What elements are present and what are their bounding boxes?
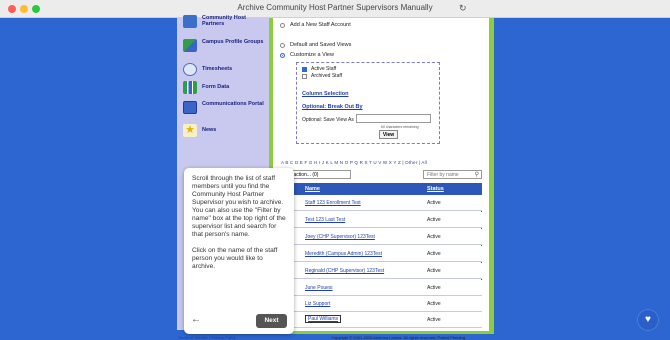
checkbox[interactable]: [302, 66, 307, 72]
staff-name-link[interactable]: Test 123 Last Test: [305, 217, 345, 223]
radio-button[interactable]: [280, 42, 285, 48]
radio-label: Default and Saved Views: [290, 42, 352, 48]
column-selection-link[interactable]: Column Selection: [302, 91, 348, 97]
radio-label: Add a New Staff Account: [290, 22, 351, 28]
staff-name-link[interactable]: Liz Support: [305, 301, 330, 307]
page-background: Community Host Partners Campus Profile G…: [0, 15, 670, 340]
sidebar-item-community-host-partners[interactable]: Community Host Partners: [183, 15, 267, 28]
table-row: Liz Support Active: [281, 296, 482, 312]
staff-name-link[interactable]: Reginald (CHP Supervisor) 123Test: [305, 268, 384, 274]
staff-name-link[interactable]: Staff 123 Enrollment Test: [305, 200, 361, 206]
radio-customize-view[interactable]: Customize a View: [280, 52, 334, 58]
heart-icon[interactable]: ♥: [638, 310, 658, 330]
table-header: Name Status: [281, 183, 482, 195]
table-row: June Pouesi Active: [281, 280, 482, 296]
chart-icon: [183, 81, 197, 94]
radio-button[interactable]: [280, 52, 285, 58]
checkbox[interactable]: [302, 73, 307, 79]
view-button[interactable]: View: [379, 130, 398, 139]
sidebar-item-communications-portal[interactable]: Communications Portal: [183, 101, 267, 114]
groups-icon: [183, 39, 197, 52]
checkbox-archived-staff[interactable]: Archived Staff: [302, 73, 342, 79]
column-header-name[interactable]: Name: [305, 186, 320, 192]
sidebar-item-label: Community Host Partners: [202, 15, 246, 27]
staff-name-link[interactable]: June Pouesi: [305, 285, 333, 291]
staff-status: Active: [427, 234, 441, 240]
staff-status: Active: [427, 285, 441, 291]
checkbox-label: Active Staff: [311, 66, 337, 72]
staff-status: Active: [427, 268, 441, 274]
filter-placeholder: Filter by name: [427, 172, 459, 178]
star-icon: ★: [183, 124, 197, 137]
copyright-text: Copyright © 2001-2025 America Learns. Al…: [331, 335, 467, 340]
table-row: Reginald (CHP Supervisor) 123Test Active: [281, 263, 482, 279]
sidebar-item-label: Communications Portal: [202, 101, 264, 107]
radio-label: Customize a View: [290, 52, 334, 58]
table-row: Paul Williams Active: [281, 312, 482, 328]
break-out-by-link[interactable]: Optional: Break Out By: [302, 104, 363, 110]
checkbox-label: Archived Staff: [311, 73, 343, 79]
staff-status: Active: [427, 251, 441, 257]
clock-icon: [183, 63, 197, 76]
next-button[interactable]: Next: [256, 314, 287, 328]
portal-icon: [183, 101, 197, 114]
search-icon[interactable]: ⚲: [475, 171, 479, 179]
sidebar-item-label: Form Data: [202, 84, 230, 90]
customize-view-panel: Active Staff Archived Staff Column Selec…: [296, 62, 440, 144]
sidebar-item-timesheets[interactable]: Timesheets: [183, 63, 267, 76]
column-header-status[interactable]: Status: [427, 186, 444, 192]
save-view-input[interactable]: [356, 114, 431, 123]
radio-default-views[interactable]: Default and Saved Views: [280, 42, 351, 48]
table-row: Joey (CHP Supervisor) 123Test Active: [281, 229, 482, 245]
people-icon: [183, 15, 197, 28]
table-row: Staff 123 Enrollment Test Active: [281, 195, 482, 211]
sidebar-item-news[interactable]: ★ News: [183, 124, 267, 137]
staff-name-link[interactable]: Joey (CHP Supervisor) 123Test: [305, 234, 375, 240]
reload-icon[interactable]: ↻: [459, 3, 469, 13]
filter-by-name-input[interactable]: Filter by name ⚲: [423, 170, 482, 179]
chars-remaining-text: 60 characters remaining: [381, 125, 419, 129]
radio-add-staff[interactable]: Add a New Staff Account: [280, 22, 351, 28]
staff-status: Active: [427, 217, 441, 223]
radio-button[interactable]: [280, 22, 285, 28]
main-content: Add a New Staff Account Default and Save…: [273, 18, 489, 331]
sidebar-item-form-data[interactable]: Form Data: [183, 81, 267, 94]
tooltip-text-1: Scroll through the list of staff members…: [192, 175, 286, 238]
staff-status: Active: [427, 200, 441, 206]
save-view-label: Optional: Save View As: [302, 117, 354, 123]
staff-status: Active: [427, 317, 441, 323]
tutorial-tooltip: Scroll through the list of staff members…: [184, 168, 294, 334]
alphabet-filter[interactable]: A B C D E F G H I J K L M N O P Q R S T …: [281, 160, 427, 165]
sidebar-item-campus-profile-groups[interactable]: Campus Profile Groups: [183, 39, 267, 52]
sidebar-item-label: Campus Profile Groups: [202, 39, 264, 45]
staff-status: Active: [427, 301, 441, 307]
sidebar-item-label: News: [202, 127, 217, 133]
sidebar-item-label: Timesheets: [202, 66, 233, 72]
back-arrow-icon[interactable]: ←: [191, 314, 201, 325]
staff-name-link[interactable]: Meredith (Campus Admin) 123Test: [305, 251, 382, 257]
checkbox-active-staff[interactable]: Active Staff: [302, 66, 336, 72]
footer-links[interactable]: Terms of Service | Privacy Policy: [178, 335, 236, 340]
window-title: Archive Community Host Partner Superviso…: [237, 3, 433, 12]
table-row: Test 123 Last Test Active: [281, 212, 482, 228]
window-titlebar: Archive Community Host Partner Superviso…: [0, 0, 670, 18]
staff-name-link[interactable]: Paul Williams: [305, 315, 342, 323]
tooltip-text-2: Click on the name of the staff person yo…: [192, 247, 278, 270]
table-row: Meredith (Campus Admin) 123Test Active: [281, 246, 482, 262]
